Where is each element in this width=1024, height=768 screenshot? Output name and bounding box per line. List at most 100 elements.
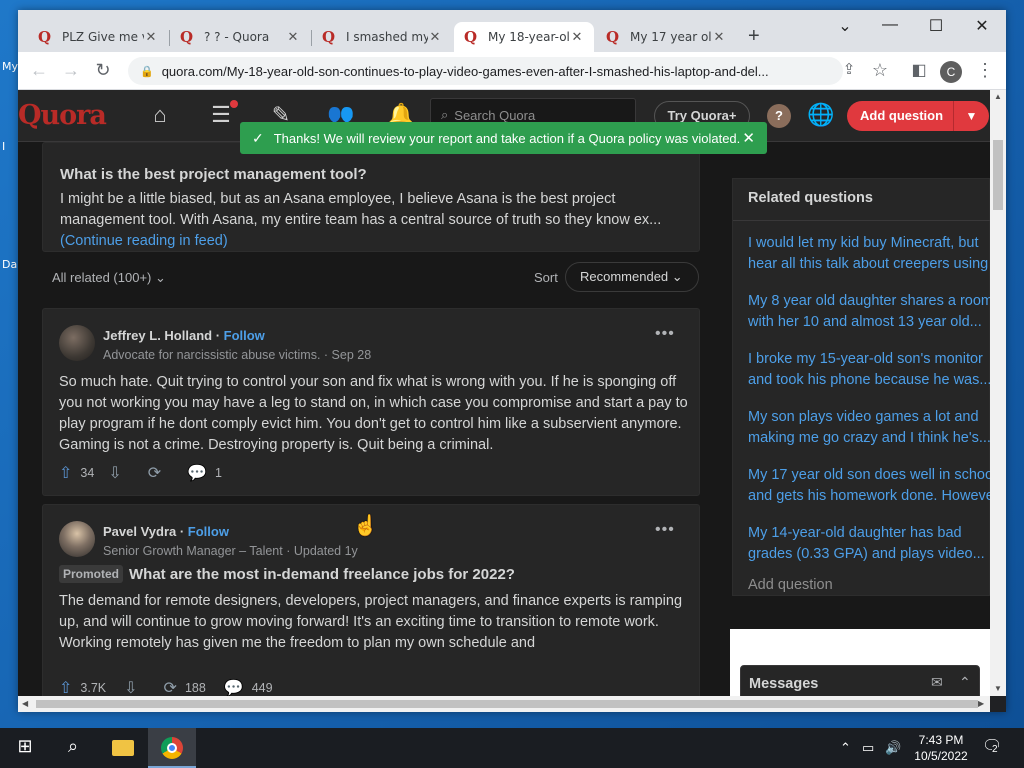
desktop-icon-label[interactable]: Da: [2, 258, 17, 271]
share-button[interactable]: ⟳ 188: [164, 678, 206, 696]
author-credential: Senior Growth Manager – Talent · Updated…: [103, 544, 358, 558]
notification-dot: [230, 100, 238, 108]
add-question-button[interactable]: Add question ▼: [847, 101, 989, 131]
reload-icon[interactable]: ↻: [92, 60, 114, 81]
close-tab-icon[interactable]: ✕: [144, 30, 158, 45]
scroll-up-arrow-icon[interactable]: ▲: [994, 92, 1002, 101]
following-icon[interactable]: ☰: [206, 100, 238, 130]
volume-icon[interactable]: 🔊: [885, 740, 901, 756]
home-icon[interactable]: ⌂: [145, 102, 175, 130]
related-question-link[interactable]: My 8 year old daughter shares a room with…: [748, 291, 990, 333]
browser-tab[interactable]: Q My 17 year ol ✕: [596, 22, 736, 52]
menu-kebab-icon[interactable]: ⋮: [974, 60, 996, 81]
search-placeholder: Search Quora: [454, 107, 536, 123]
promoted-question-title[interactable]: What are the most in-demand freelance jo…: [129, 566, 515, 583]
profile-avatar[interactable]: ?: [767, 104, 791, 128]
close-icon[interactable]: ✕: [742, 129, 755, 147]
follow-button[interactable]: Follow: [188, 524, 229, 539]
share-icon[interactable]: ⇪: [838, 60, 860, 78]
desktop-icon-label[interactable]: My: [2, 60, 18, 73]
forward-icon[interactable]: →: [60, 60, 82, 81]
scroll-left-arrow-icon[interactable]: ◀: [22, 699, 28, 708]
related-question-link[interactable]: My 14-year-old daughter has bad grades (0…: [748, 523, 990, 565]
upvote-button[interactable]: ⇧ 3.7K: [59, 678, 106, 696]
tab-search-icon[interactable]: ⌄: [833, 16, 857, 36]
share-cycle-icon: ⟳: [163, 680, 177, 696]
new-tab-icon[interactable]: +: [748, 25, 760, 48]
share-button[interactable]: ⟳: [148, 463, 169, 483]
side-panel-icon[interactable]: ◧: [908, 60, 930, 80]
author-name[interactable]: Jeffrey L. Holland: [103, 328, 212, 343]
upvote-count: 3.7K: [80, 681, 107, 695]
answer-filter-bar: All related (100+) ⌄ Sort Recommended ⌄: [42, 260, 700, 296]
quora-favicon-icon: Q: [180, 28, 194, 46]
author-name[interactable]: Pavel Vydra: [103, 524, 176, 539]
promoted-question[interactable]: Promoted What are the most in-demand free…: [59, 565, 689, 583]
related-answer-card[interactable]: What is the best project management tool…: [42, 142, 700, 252]
search-icon[interactable]: ⌕: [62, 736, 84, 760]
chrome-taskbar-button[interactable]: [148, 728, 196, 768]
upvote-button[interactable]: ⇧ 34: [59, 463, 94, 483]
chevron-down-icon[interactable]: ▼: [953, 101, 989, 131]
file-explorer-icon[interactable]: [112, 740, 134, 756]
bookmark-star-icon[interactable]: ☆: [869, 60, 891, 81]
related-question-title[interactable]: What is the best project management tool…: [60, 166, 367, 183]
back-icon[interactable]: ←: [28, 60, 50, 81]
desktop-icon-label[interactable]: I: [2, 140, 5, 153]
more-options-icon[interactable]: •••: [655, 521, 675, 539]
messages-dock[interactable]: Messages ✉ ⌃: [740, 665, 980, 696]
browser-tab[interactable]: Q ? ? - Quora ✕: [170, 22, 310, 52]
action-center-icon[interactable]: 🗨2: [982, 736, 1002, 756]
scroll-right-arrow-icon[interactable]: ▶: [978, 699, 984, 708]
address-bar[interactable]: 🔒 quora.com/My-18-year-old-son-continues…: [128, 57, 843, 85]
language-globe-icon[interactable]: 🌐: [807, 102, 834, 128]
add-question-link[interactable]: Add question: [748, 577, 833, 593]
related-question-link[interactable]: I would let my kid buy Minecraft, but hea…: [748, 233, 990, 275]
scroll-down-arrow-icon[interactable]: ▼: [994, 684, 1002, 693]
maximize-icon[interactable]: ☐: [924, 16, 948, 36]
minimize-icon[interactable]: —: [878, 16, 902, 34]
answer-text[interactable]: So much hate. Quit trying to control you…: [59, 372, 689, 456]
browser-tab-active[interactable]: Q My 18-year-ol ✕: [454, 22, 594, 52]
comment-button[interactable]: 💬 449: [224, 678, 273, 696]
close-tab-icon[interactable]: ✕: [286, 30, 300, 45]
avatar[interactable]: [59, 521, 95, 557]
related-question-link[interactable]: My 17 year old son does well in school an…: [748, 465, 990, 507]
avatar[interactable]: [59, 325, 95, 361]
answer-text[interactable]: The demand for remote designers, develop…: [59, 591, 689, 654]
sort-dropdown[interactable]: Recommended ⌄: [565, 262, 699, 292]
system-clock[interactable]: 7:43 PM 10/5/2022: [906, 732, 976, 764]
answer-card: Jeffrey L. Holland · Follow Advocate for…: [42, 308, 700, 496]
vertical-scrollbar[interactable]: ▲ ▼: [990, 90, 1006, 696]
comment-button[interactable]: 💬 1: [187, 463, 222, 483]
more-options-icon[interactable]: •••: [655, 325, 675, 343]
chevron-up-icon[interactable]: ⌃: [840, 740, 851, 756]
hand-cursor-icon: ☝: [353, 515, 378, 537]
quora-page: Quora ⌂ ☰ ✎ 👥 🔔 ⌕ Search Quora Try Quora…: [18, 90, 990, 696]
browser-tab[interactable]: Q I smashed my ✕: [312, 22, 452, 52]
network-icon[interactable]: ▭: [862, 740, 874, 756]
tab-strip: Q PLZ Give me v ✕ Q ? ? - Quora ✕ Q I sm…: [18, 10, 1006, 52]
follow-button[interactable]: Follow: [224, 328, 265, 343]
downvote-button[interactable]: ⇩: [108, 463, 129, 483]
close-tab-icon[interactable]: ✕: [428, 30, 442, 45]
close-tab-icon[interactable]: ✕: [712, 30, 726, 45]
windows-start-icon[interactable]: ⊞: [14, 736, 36, 760]
related-question-link[interactable]: My son plays video games a lot and making…: [748, 407, 990, 449]
browser-tab[interactable]: Q PLZ Give me v ✕: [28, 22, 168, 52]
all-related-dropdown[interactable]: All related (100+) ⌄: [52, 270, 166, 286]
downvote-button[interactable]: ⇩: [124, 678, 145, 696]
continue-reading-link[interactable]: (Continue reading in feed): [60, 233, 228, 249]
related-question-line: My 17 year old son does well in school: [748, 467, 990, 483]
search-icon: ⌕: [441, 107, 449, 122]
quora-logo[interactable]: Quora: [18, 100, 107, 131]
scrollbar-thumb[interactable]: [36, 700, 978, 708]
close-window-icon[interactable]: ✕: [970, 16, 994, 36]
compose-message-icon[interactable]: ✉: [931, 674, 943, 691]
chevron-up-icon[interactable]: ⌃: [959, 674, 971, 691]
close-tab-icon[interactable]: ✕: [570, 30, 584, 45]
horizontal-scrollbar[interactable]: ◀ ▶: [18, 696, 990, 712]
profile-avatar[interactable]: C: [940, 61, 962, 83]
scrollbar-thumb[interactable]: [993, 140, 1003, 210]
related-question-link[interactable]: I broke my 15-year-old son's monitor and …: [748, 349, 990, 391]
